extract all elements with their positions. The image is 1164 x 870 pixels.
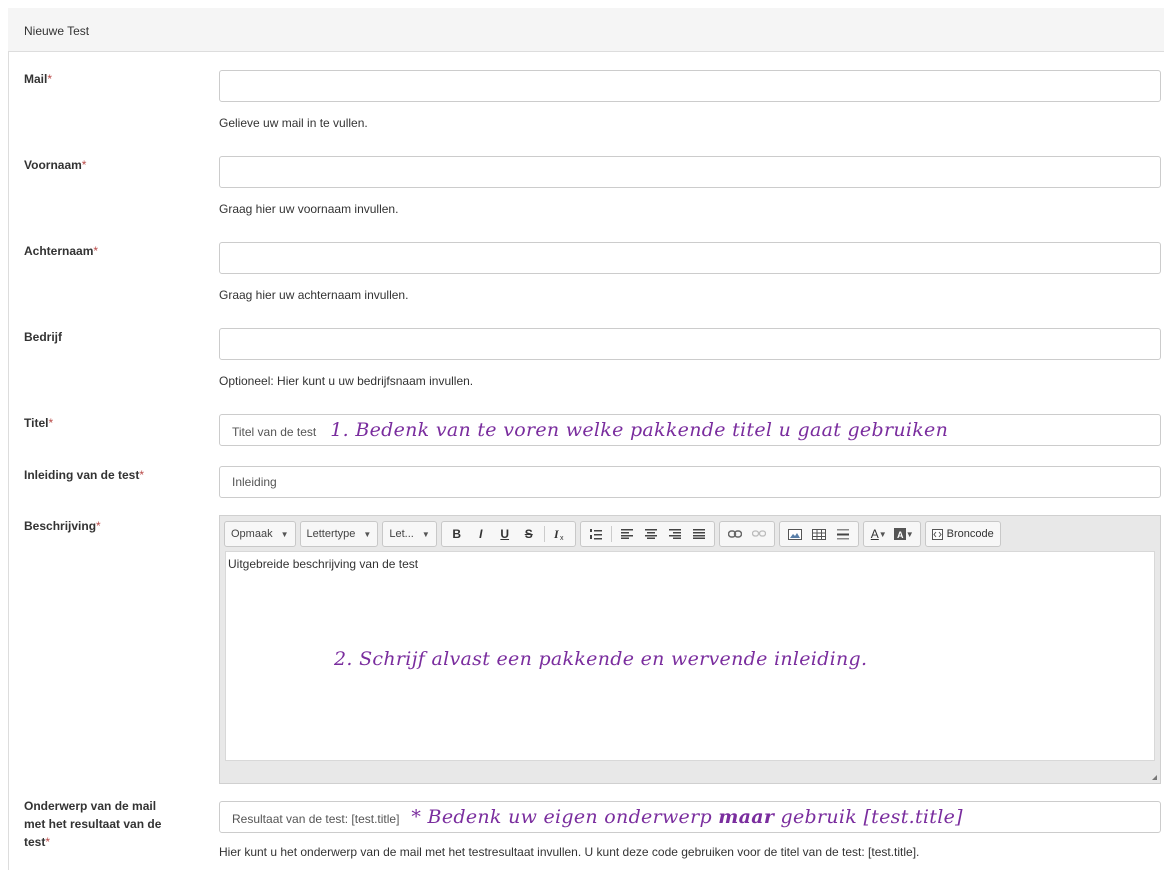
- voornaam-input[interactable]: [219, 156, 1161, 188]
- required-mark: *: [139, 468, 145, 482]
- remove-format-icon: Ix: [553, 527, 564, 541]
- voornaam-help: Graag hier uw voornaam invullen.: [219, 202, 399, 216]
- required-mark: *: [45, 835, 51, 849]
- mail-label: Mail*: [24, 72, 53, 86]
- onderwerp-annotation: * Bedenk uw eigen onderwerp maar gebruik…: [411, 806, 963, 828]
- link-icon: [727, 530, 742, 538]
- link-button[interactable]: [724, 523, 746, 545]
- insert-group: [778, 521, 859, 547]
- align-justify-button[interactable]: [688, 523, 710, 545]
- size-combo[interactable]: Let... ▼: [382, 521, 437, 547]
- titel-value: Titel van de test: [232, 425, 317, 439]
- chevron-down-icon: ▼: [878, 529, 887, 539]
- align-right-button[interactable]: [664, 523, 686, 545]
- onderwerp-value: Resultaat van de test: [test.title]: [232, 812, 400, 826]
- achternaam-input[interactable]: [219, 242, 1161, 274]
- chevron-down-icon: ▼: [905, 529, 914, 539]
- align-justify-icon: [692, 529, 705, 539]
- basic-styles-group: B I U S Ix: [440, 521, 576, 547]
- bedrijf-input[interactable]: [219, 328, 1161, 360]
- beschrijving-annotation: 2. Schrijf alvast een pakkende en werven…: [334, 648, 868, 670]
- mail-help: Gelieve uw mail in te vullen.: [219, 116, 368, 130]
- required-mark: *: [93, 244, 99, 258]
- required-mark: *: [47, 72, 53, 86]
- inleiding-input[interactable]: Inleiding: [219, 466, 1161, 498]
- links-group: [718, 521, 775, 547]
- chevron-down-icon: ▼: [280, 529, 289, 539]
- underline-button[interactable]: U: [494, 523, 516, 545]
- onderwerp-help: Hier kunt u het onderwerp van de mail me…: [219, 845, 920, 859]
- panel-header: [8, 8, 1164, 52]
- remove-format-button[interactable]: Ix: [549, 523, 571, 545]
- colors-group: A ▼ A ▼: [862, 521, 921, 547]
- horizontal-rule-button[interactable]: [832, 523, 854, 545]
- unlink-icon: [751, 530, 766, 537]
- unlink-button[interactable]: [748, 523, 770, 545]
- bedrijf-help: Optioneel: Hier kunt u uw bedrijfsnaam i…: [219, 374, 474, 388]
- table-button[interactable]: [808, 523, 830, 545]
- resize-handle[interactable]: [1152, 775, 1157, 780]
- required-mark: *: [48, 416, 54, 430]
- numbered-list-button[interactable]: [585, 523, 607, 545]
- numbered-list-icon: [589, 529, 602, 540]
- italic-button[interactable]: I: [470, 523, 492, 545]
- source-code-icon: [931, 528, 943, 540]
- source-button[interactable]: Broncode: [924, 521, 1001, 547]
- paragraph-group: [579, 521, 715, 547]
- image-button[interactable]: [784, 523, 806, 545]
- achternaam-help: Graag hier uw achternaam invullen.: [219, 288, 409, 302]
- horizontal-rule-icon: [836, 528, 849, 539]
- background-color-icon: A: [893, 528, 906, 540]
- voornaam-label: Voornaam*: [24, 158, 87, 172]
- strikethrough-button[interactable]: S: [518, 523, 540, 545]
- svg-text:I: I: [553, 527, 560, 541]
- titel-label: Titel*: [24, 416, 54, 430]
- image-icon: [787, 528, 802, 540]
- align-left-button[interactable]: [616, 523, 638, 545]
- mail-input[interactable]: [219, 70, 1161, 102]
- editor-text: Uitgebreide beschrijving van de test: [228, 557, 419, 571]
- editor-toolbar: Opmaak ▼ Lettertype ▼ Let... ▼ B I U S Ix: [224, 521, 1001, 547]
- text-color-button[interactable]: A ▼: [868, 523, 890, 545]
- table-icon: [811, 528, 826, 540]
- svg-text:x: x: [560, 535, 564, 541]
- panel-title: Nieuwe Test: [24, 24, 90, 38]
- align-right-icon: [668, 529, 681, 539]
- onderwerp-label: Onderwerp van de mail met het resultaat …: [24, 799, 162, 849]
- onderwerp-input[interactable]: Resultaat van de test: [test.title] * Bed…: [219, 801, 1161, 833]
- titel-input[interactable]: Titel van de test 1. Bedenk van te voren …: [219, 414, 1161, 446]
- align-left-icon: [620, 529, 633, 539]
- svg-text:A: A: [897, 530, 904, 540]
- font-combo[interactable]: Lettertype ▼: [299, 521, 379, 547]
- required-mark: *: [81, 158, 87, 172]
- align-center-icon: [644, 529, 657, 539]
- background-color-button[interactable]: A ▼: [892, 523, 916, 545]
- chevron-down-icon: ▼: [421, 529, 430, 539]
- bedrijf-label: Bedrijf: [24, 330, 63, 344]
- beschrijving-label: Beschrijving*: [24, 519, 101, 533]
- bold-button[interactable]: B: [446, 523, 468, 545]
- titel-annotation: 1. Bedenk van te voren welke pakkende ti…: [330, 419, 949, 441]
- required-mark: *: [96, 519, 101, 533]
- inleiding-label: Inleiding van de test*: [24, 468, 145, 482]
- rich-text-editor: Opmaak ▼ Lettertype ▼ Let... ▼ B I U S Ix: [219, 515, 1161, 784]
- achternaam-label: Achternaam*: [24, 244, 99, 258]
- editor-content-area[interactable]: Uitgebreide beschrijving van de test 2. …: [225, 551, 1155, 761]
- format-combo[interactable]: Opmaak ▼: [224, 521, 296, 547]
- chevron-down-icon: ▼: [363, 529, 372, 539]
- align-center-button[interactable]: [640, 523, 662, 545]
